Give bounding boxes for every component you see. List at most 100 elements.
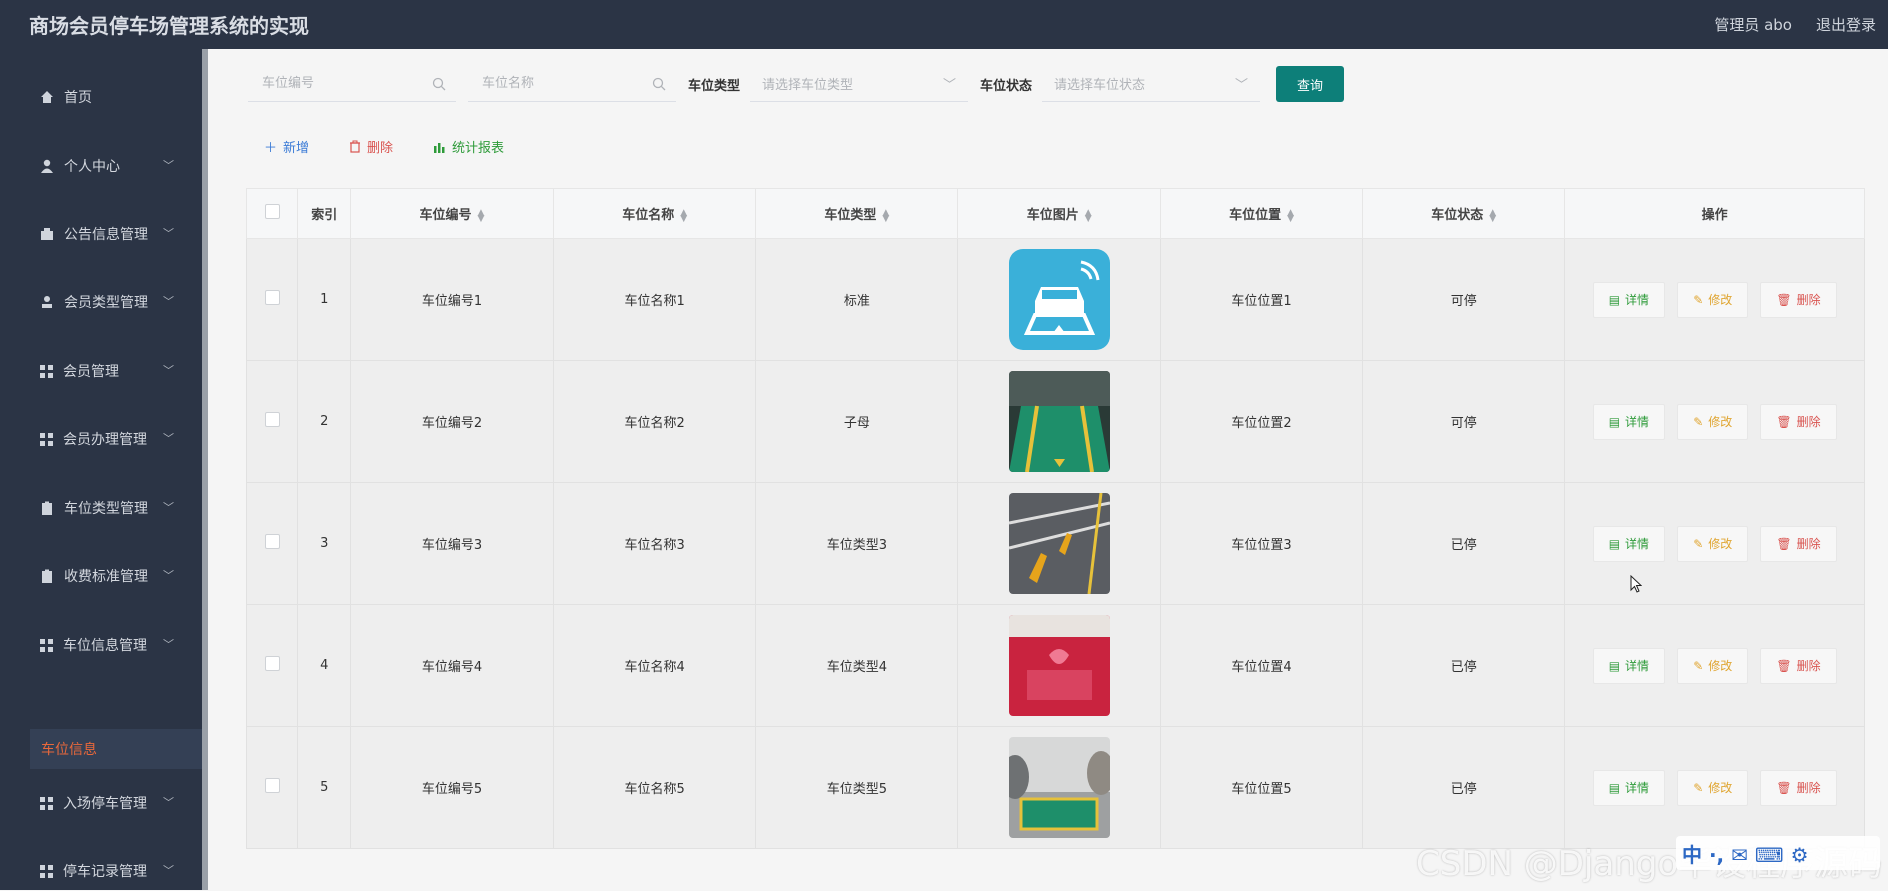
cell-index: 2: [297, 360, 351, 483]
row-select-cell: [245, 726, 299, 849]
row-checkbox[interactable]: [264, 534, 280, 549]
space-code-input[interactable]: [260, 75, 414, 92]
grid-icon: [40, 432, 53, 446]
sidebar-item-member[interactable]: 会员管理 ﹀: [0, 351, 202, 391]
sidebar-item-records[interactable]: 停车记录管理 ﹀: [0, 851, 202, 891]
cell-status: 已停: [1362, 482, 1566, 605]
trash-icon: 🗑: [1776, 780, 1792, 795]
detail-button[interactable]: ▤ 详情: [1592, 281, 1666, 318]
col-position[interactable]: 车位位置 ▲ ▼: [1159, 188, 1364, 239]
detail-button[interactable]: ▤ 详情: [1592, 403, 1666, 440]
cell-status: 可停: [1362, 238, 1566, 361]
chevron-down-icon: ﹀: [163, 501, 174, 514]
sidebar-item-home[interactable]: 首页: [0, 77, 202, 117]
sidebar-item-entry[interactable]: 入场停车管理 ﹀: [0, 783, 202, 823]
cell-status: 可停: [1362, 360, 1566, 483]
row-delete-button[interactable]: 🗑 删除: [1760, 769, 1837, 806]
col-code[interactable]: 车位编号 ▲ ▼: [349, 188, 555, 239]
row-checkbox[interactable]: [264, 290, 280, 305]
space-name-input[interactable]: [480, 75, 634, 92]
parking-space-image[interactable]: [1008, 493, 1110, 594]
edit-button[interactable]: ✎ 修改: [1677, 647, 1749, 684]
clipboard-icon: [42, 501, 52, 515]
cell-position: 车位位置5: [1159, 726, 1364, 849]
document-icon: ▤: [1608, 658, 1621, 673]
cell-name: 车位名称5: [553, 726, 757, 849]
sort-icon[interactable]: ▲ ▼: [1287, 208, 1294, 223]
admin-user[interactable]: 管理员 abo: [1714, 14, 1792, 35]
edit-button[interactable]: ✎ 修改: [1677, 769, 1749, 806]
sort-icon[interactable]: ▲ ▼: [1489, 208, 1496, 223]
edit-button[interactable]: ✎ 修改: [1677, 281, 1749, 318]
row-delete-button[interactable]: 🗑 删除: [1760, 525, 1837, 562]
col-type[interactable]: 车位类型 ▲ ▼: [755, 188, 959, 239]
sort-icon[interactable]: ▲ ▼: [478, 208, 485, 223]
cell-actions: ▤ 详情 ✎ 修改 🗑 删除: [1564, 482, 1865, 605]
toolbar: ＋ 新增 删除 统计报表: [264, 137, 504, 156]
row-delete-button[interactable]: 🗑 删除: [1760, 403, 1837, 440]
sidebar-item-notice[interactable]: 公告信息管理 ﹀: [0, 214, 202, 254]
detail-button[interactable]: ▤ 详情: [1592, 525, 1666, 562]
edit-button[interactable]: ✎ 修改: [1677, 525, 1749, 562]
pencil-icon: ✎: [1693, 658, 1704, 673]
cell-image: [957, 726, 1161, 849]
row-checkbox[interactable]: [264, 412, 280, 427]
cell-code: 车位编号1: [349, 238, 555, 361]
sidebar-item-member-handle[interactable]: 会员办理管理 ﹀: [0, 419, 202, 459]
chevron-down-icon: ﹀: [1235, 78, 1249, 93]
sidebar-item-profile[interactable]: 个人中心 ﹀: [0, 146, 202, 186]
pencil-icon: ✎: [1693, 536, 1704, 551]
col-status[interactable]: 车位状态 ▲ ▼: [1362, 188, 1566, 239]
sort-icon[interactable]: ▲ ▼: [882, 208, 889, 223]
parking-space-image[interactable]: [1008, 249, 1110, 350]
detail-button[interactable]: ▤ 详情: [1592, 647, 1666, 684]
pencil-icon: ✎: [1693, 292, 1704, 307]
parking-space-image[interactable]: [1008, 737, 1110, 838]
cell-type: 车位类型3: [755, 482, 959, 605]
sidebar-item-space-info[interactable]: 车位信息管理 ﹀: [0, 625, 202, 665]
document-icon: ▤: [1608, 292, 1621, 307]
add-button[interactable]: ＋ 新增: [264, 137, 309, 156]
cell-status: 已停: [1362, 604, 1566, 727]
cell-image: [957, 238, 1161, 361]
chevron-down-icon: ﹀: [163, 295, 174, 308]
space-type-label: 车位类型: [688, 78, 741, 94]
ime-toolbar[interactable]: 中 ·, ✉ ⌨ ⚙: [1676, 836, 1880, 870]
row-select-cell: [245, 482, 299, 605]
sort-icon[interactable]: ▲ ▼: [680, 208, 687, 223]
parking-space-image[interactable]: [1008, 615, 1110, 716]
sort-icon[interactable]: ▲ ▼: [1085, 208, 1092, 223]
space-status-label: 车位状态: [980, 78, 1033, 94]
sidebar-item-member-type[interactable]: 会员类型管理 ﹀: [0, 282, 202, 322]
cell-type: 子母: [755, 360, 959, 483]
delete-button[interactable]: 删除: [349, 137, 393, 156]
detail-button[interactable]: ▤ 详情: [1592, 769, 1666, 806]
table-row: 2 车位编号2 车位名称2 子母 车位位置2 可停 ▤ 详情 ✎ 修改 🗑 删除: [245, 360, 1865, 483]
app-title: 商场会员停车场管理系统的实现: [29, 14, 309, 38]
row-checkbox[interactable]: [264, 778, 280, 793]
sidebar-item-fee[interactable]: 收费标准管理 ﹀: [0, 556, 202, 596]
logout-link[interactable]: 退出登录: [1816, 14, 1876, 35]
col-name[interactable]: 车位名称 ▲ ▼: [553, 188, 757, 239]
grid-icon: [40, 796, 53, 810]
space-status-select[interactable]: 请选择车位状态 ﹀: [1042, 66, 1261, 102]
stats-report-button[interactable]: 统计报表: [433, 137, 504, 156]
sidebar: 首页 个人中心 ﹀ 公告信息管理 ﹀ 会员类型管理 ﹀ 会员管理 ﹀ 会员办理管…: [0, 49, 208, 891]
sidebar-subitem-space-info[interactable]: 车位信息: [30, 729, 202, 769]
query-button[interactable]: 查询: [1276, 66, 1345, 102]
edit-button[interactable]: ✎ 修改: [1677, 403, 1749, 440]
bar-chart-icon: [434, 142, 445, 153]
row-delete-button[interactable]: 🗑 删除: [1760, 281, 1837, 318]
row-delete-button[interactable]: 🗑 删除: [1760, 647, 1837, 684]
document-icon: ▤: [1608, 536, 1621, 551]
document-icon: ▤: [1608, 780, 1621, 795]
cell-code: 车位编号4: [349, 604, 555, 727]
space-type-select[interactable]: 请选择车位类型 ﹀: [750, 66, 969, 102]
col-image[interactable]: 车位图片 ▲ ▼: [957, 188, 1161, 239]
search-icon: [652, 77, 666, 90]
cell-code: 车位编号2: [349, 360, 555, 483]
row-checkbox[interactable]: [264, 656, 280, 671]
select-all-checkbox[interactable]: [264, 204, 280, 219]
parking-space-image[interactable]: [1008, 371, 1110, 472]
sidebar-item-space-type[interactable]: 车位类型管理 ﹀: [0, 488, 202, 528]
